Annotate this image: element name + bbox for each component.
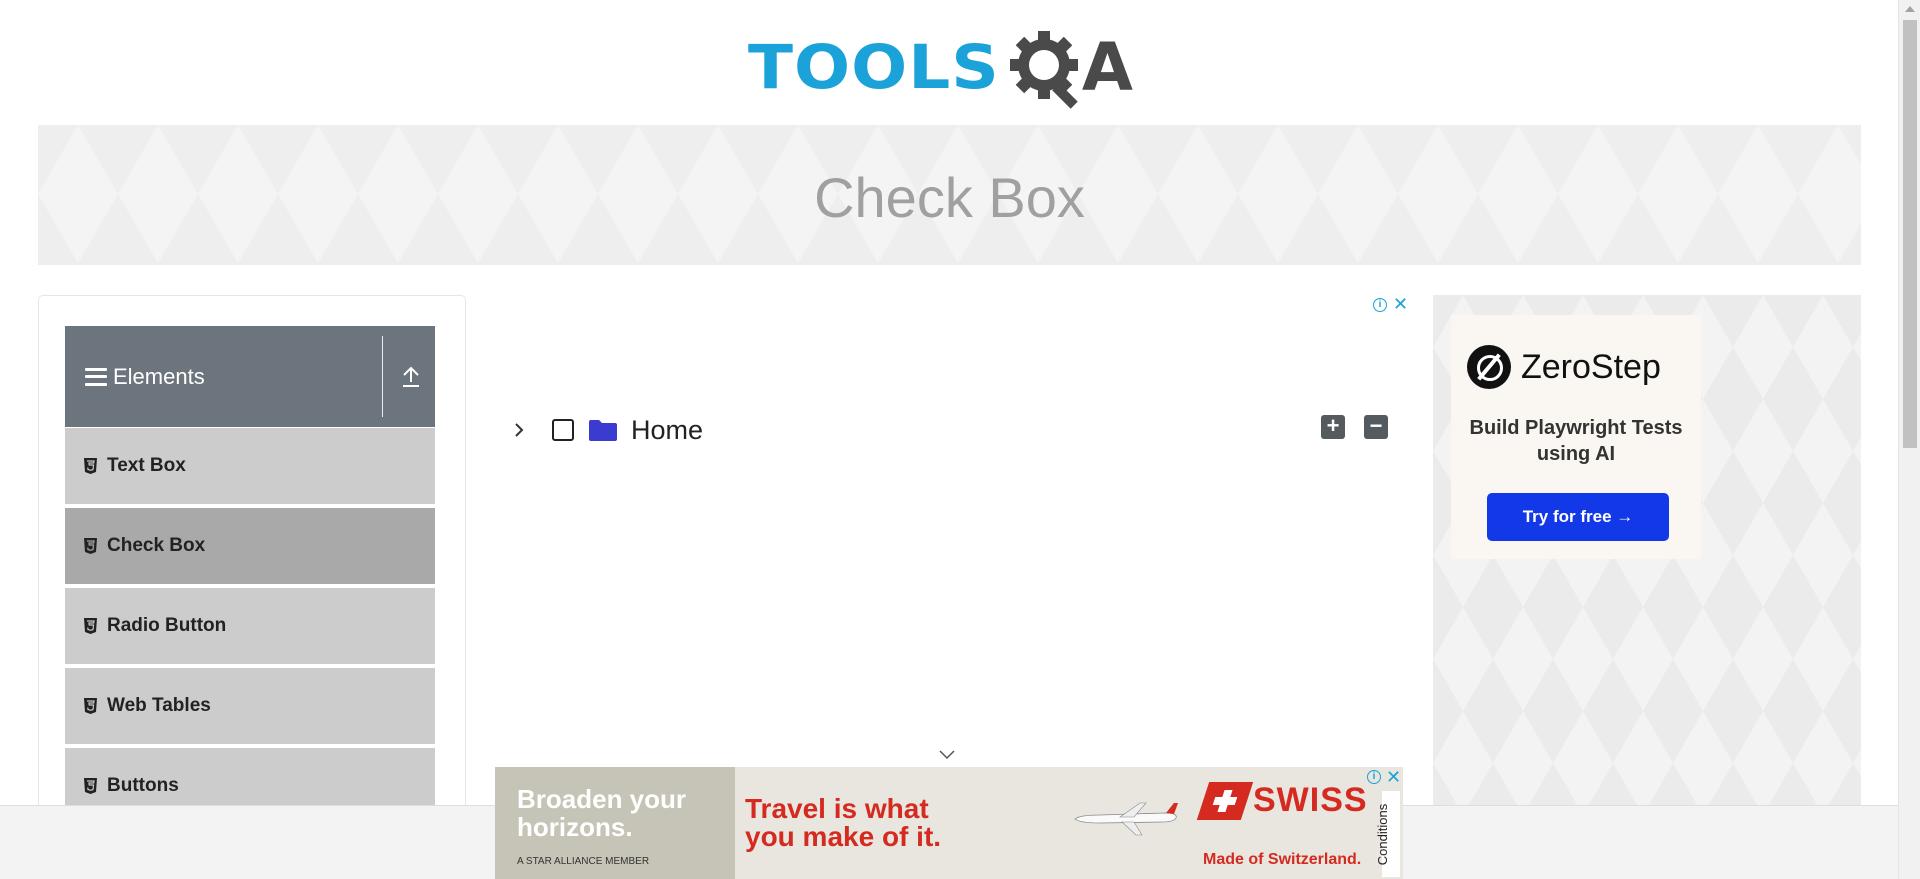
ad-subtitle: Made of Switzerland. [1203,851,1362,868]
info-icon[interactable]: i [1367,770,1381,784]
ad-card: ZeroStep Build Playwright Tests using AI… [1451,315,1701,559]
sidebar-item-label: Text Box [107,455,186,476]
swiss-ad[interactable]: Broaden your horizons. A STAR ALLIANCE M… [495,767,1403,879]
html5-icon [84,538,97,554]
sidebar-item-check-box[interactable]: Check Box [65,507,435,584]
html5-icon [84,778,97,794]
ad-headline: Broaden your horizons. [517,784,687,842]
chevron-right-icon[interactable] [510,421,528,439]
logo-a-text: A [1081,28,1133,106]
sidebar-item-radio-button[interactable]: Radio Button [65,587,435,664]
sidebar-item-label: Buttons [107,775,179,796]
page-title: Check Box [814,165,1085,229]
swiss-flag-icon [1196,781,1254,820]
scroll-up-icon[interactable] [1905,6,1915,12]
info-icon[interactable]: i [1373,298,1387,312]
close-icon[interactable]: ✕ [1393,295,1408,313]
html5-icon [84,458,97,474]
ad-slogan: Travel is what you make of it. [745,793,942,852]
page: TOOLS A Check Box Elements Text Box Chec… [0,0,1920,879]
expand-all-button[interactable]: + [1321,415,1345,439]
html5-icon [84,698,97,714]
try-for-free-button[interactable]: Try for free → [1487,493,1669,541]
home-checkbox[interactable] [552,419,574,441]
toolsqa-logo[interactable]: TOOLS A [748,18,1133,116]
chevron-down-icon[interactable] [938,748,956,762]
airplane-icon [1074,802,1178,836]
sidebar-item-web-tables[interactable]: Web Tables [65,667,435,744]
ad-brand-name: ZeroStep [1521,347,1661,386]
sidebar-item-label: Web Tables [107,695,211,716]
ad-conditions-link[interactable]: Conditions [1375,791,1400,877]
page-scrollbar[interactable] [1898,0,1920,879]
hamburger-icon [85,367,107,386]
sidebar-group-elements[interactable]: Elements [65,326,435,427]
logo-tools-text: TOOLS [748,31,1000,103]
sidebar-item-text-box[interactable]: Text Box [65,427,435,504]
header-divider [382,336,383,417]
collapse-all-button[interactable]: − [1364,415,1388,439]
zerostep-logo-icon [1467,345,1511,389]
page-banner: Check Box [38,125,1861,265]
close-icon[interactable]: ✕ [1386,768,1401,786]
zerostep-ad[interactable]: ZeroStep Build Playwright Tests using AI… [1433,295,1861,879]
gear-magnifier-icon [1009,31,1078,109]
swiss-logo: SWISS [1196,781,1368,820]
scrollbar-thumb[interactable] [1903,20,1917,448]
html5-icon [84,618,97,634]
ad-brand: ZeroStep [1467,345,1661,389]
ad-alliance-text: A STAR ALLIANCE MEMBER [517,856,650,867]
ad-conditions-label: Conditions [1375,803,1391,866]
tree-node-label[interactable]: Home [631,415,703,446]
sidebar-group-title: Elements [113,363,205,389]
sidebar-item-label: Radio Button [107,615,227,636]
ad-tagline: Build Playwright Tests using AI [1469,417,1683,465]
ad-brand-name: SWISS [1253,781,1368,819]
upload-arrow-icon[interactable] [400,364,422,388]
sidebar: Elements Text Box Check Box Radio Button… [38,295,466,879]
checkbox-tree: Home [510,410,703,450]
folder-icon [589,420,617,441]
sidebar-item-label: Check Box [107,535,206,556]
